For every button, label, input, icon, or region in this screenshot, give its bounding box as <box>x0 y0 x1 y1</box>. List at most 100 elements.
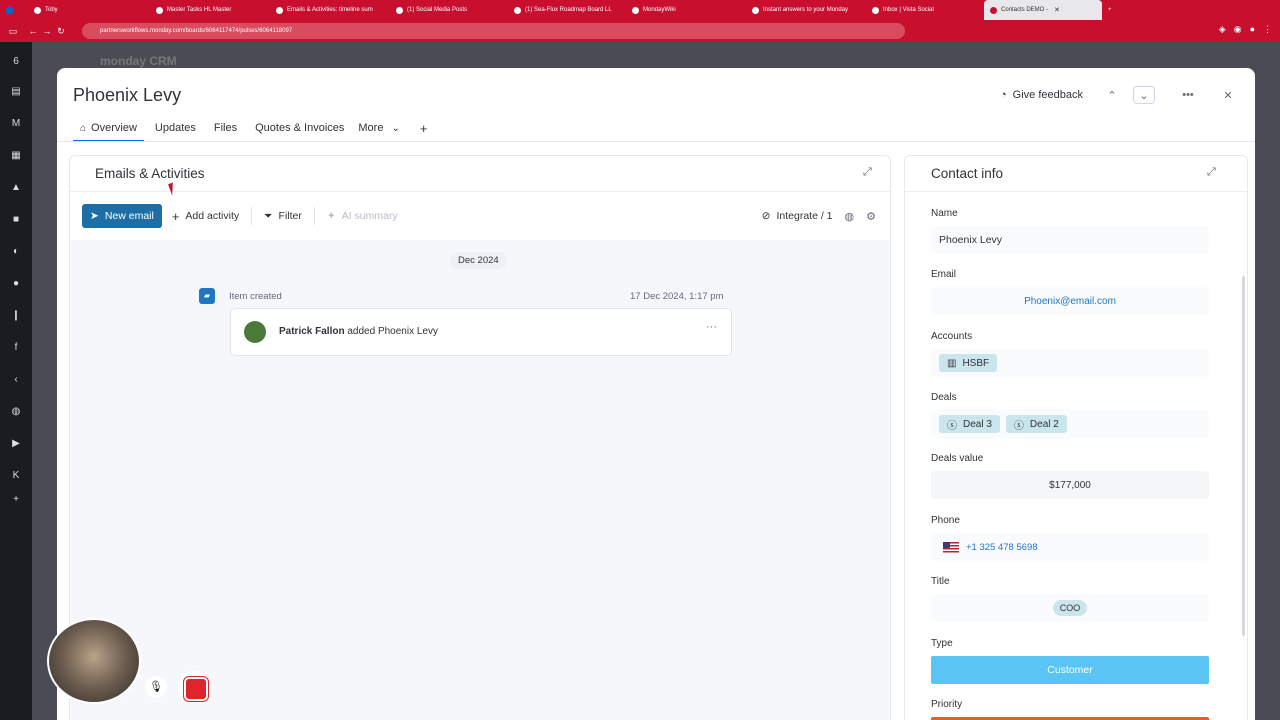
dock-app-icon[interactable]: 6 <box>8 54 24 70</box>
email-field[interactable]: Phoenix@email.com <box>931 287 1209 315</box>
deals-field[interactable]: ⓢ Deal 3 ⓢ Deal 2 <box>931 410 1209 438</box>
close-tab-icon[interactable]: ✕ <box>1054 6 1060 14</box>
filter-button[interactable]: ⏷ Filter <box>254 210 312 223</box>
dock-app-icon[interactable]: f <box>8 340 24 356</box>
panel-header: Contact info ⤢ <box>905 156 1247 192</box>
toolbar-divider <box>251 207 253 225</box>
dock-app-icon[interactable]: ▤ <box>8 84 24 100</box>
give-feedback-button[interactable]: ◔ Give feedback <box>992 89 1091 101</box>
browser-tab[interactable]: (1) Social Media Posts <box>390 0 508 20</box>
accounts-field[interactable]: ▥ HSBF <box>931 349 1209 377</box>
tab-favicon-icon <box>156 6 163 14</box>
ai-summary-button[interactable]: ✦ AI summary <box>317 210 408 222</box>
email-link[interactable]: Phoenix@email.com <box>1024 296 1116 307</box>
title-field[interactable]: COO <box>931 594 1209 622</box>
browser-tab[interactable]: Toby <box>28 0 150 20</box>
dock-app-icon[interactable]: ◐ <box>8 244 24 260</box>
expand-icon[interactable]: ⤢ <box>863 166 872 179</box>
dock-app-icon[interactable]: ◍ <box>8 404 24 420</box>
dock-app-icon[interactable]: ▲ <box>8 180 24 196</box>
scrollbar[interactable] <box>1242 276 1245 636</box>
panel-title: Emails & Activities <box>95 166 205 181</box>
add-activity-button[interactable]: + Add activity <box>162 209 249 224</box>
activity-label: Item created <box>229 291 282 302</box>
new-tab-button[interactable]: + <box>1102 0 1118 20</box>
tab-files[interactable]: Files <box>207 114 244 142</box>
contact-info-panel: Contact info ⤢ Name Phoenix Levy Email P… <box>904 155 1248 720</box>
title-chip: COO <box>1052 600 1088 616</box>
browser-tab[interactable]: Instant answers to your Monday <box>746 0 866 20</box>
sidebar-toggle-icon[interactable]: ▭ <box>6 26 20 37</box>
activity-card[interactable]: Patrick Fallon added Phoenix Levy ··· <box>230 308 732 356</box>
browser-tab[interactable]: Master Tasks HL Master <box>150 0 270 20</box>
chat-icon[interactable]: ◍ <box>845 210 855 223</box>
browser-tab[interactable]: MondayWiki <box>626 0 746 20</box>
more-options-button[interactable]: ••• <box>1177 86 1199 104</box>
expand-icon[interactable]: ⤢ <box>1207 166 1216 179</box>
field-label: Email <box>931 269 957 280</box>
activities-toolbar: ➤ New email + Add activity ⏷ Filter ✦ AI… <box>82 204 880 228</box>
field-label: Phone <box>931 515 960 526</box>
app-dock: 6 ▤ M ▦ ▲ ■ ◐ ● ❙ f ‹ ◍ ▶ K + <box>0 42 32 720</box>
tab-updates[interactable]: Updates <box>148 114 203 142</box>
forward-icon[interactable]: → <box>40 26 54 36</box>
browser-tab[interactable] <box>0 0 28 20</box>
field-title: Title COO <box>931 576 1209 622</box>
browser-tab[interactable]: Inbox | Vista Social <box>866 0 984 20</box>
dock-app-icon[interactable]: ❙ <box>8 308 24 324</box>
integrate-button[interactable]: ⊘ Integrate / 1 <box>762 210 833 222</box>
tab-overview[interactable]: ⌂ Overview <box>73 114 144 142</box>
type-status[interactable]: Customer <box>931 656 1209 684</box>
card-more-icon[interactable]: ··· <box>706 321 717 333</box>
home-icon: ⌂ <box>80 122 87 134</box>
browser-tab-active[interactable]: Contacts DEMO - ✕ <box>984 0 1102 20</box>
stop-recording-button[interactable] <box>178 671 210 703</box>
tab-more[interactable]: More ⌄ <box>351 114 406 142</box>
dock-app-icon[interactable]: ▦ <box>8 148 24 164</box>
dock-app-icon[interactable]: ‹ <box>8 372 24 388</box>
shield-icon[interactable]: ◈ <box>1219 24 1226 35</box>
us-flag-icon <box>943 541 959 553</box>
deal-chip[interactable]: ⓢ Deal 3 <box>939 415 1000 433</box>
settings-icon[interactable]: ⚙ <box>866 210 876 223</box>
phone-link[interactable]: +1 325 478 5698 <box>966 542 1038 553</box>
dollar-icon: ⓢ <box>947 420 957 432</box>
dock-app-icon[interactable]: K <box>8 468 24 484</box>
reload-icon[interactable]: ↻ <box>54 26 68 37</box>
monday-logo: monday CRM <box>100 54 177 68</box>
dollar-icon: ⓢ <box>1013 420 1024 432</box>
url-field[interactable]: partnersworkflows.monday.com/boards/6064… <box>82 23 905 39</box>
microphone-icon[interactable]: 🎙 <box>145 676 167 698</box>
browser-tab[interactable]: (1) Sea-Flux Roadmap Board LL <box>508 0 626 20</box>
item-title[interactable]: Phoenix Levy <box>73 85 181 106</box>
phone-field[interactable]: +1 325 478 5698 <box>931 533 1209 561</box>
dock-add-icon[interactable]: + <box>8 492 24 508</box>
activity-timestamp: 17 Dec 2024, 1:17 pm <box>630 291 724 302</box>
item-created-icon: ▰ <box>199 288 215 304</box>
sparkle-icon: ✦ <box>326 210 336 222</box>
new-email-button[interactable]: ➤ New email <box>82 204 162 228</box>
dock-app-icon[interactable]: M <box>8 116 24 132</box>
dock-app-icon[interactable]: ■ <box>8 212 24 228</box>
profile-icon[interactable]: ● <box>1250 24 1255 35</box>
back-icon[interactable]: ← <box>26 26 40 36</box>
feedback-icon: ◔ <box>1000 89 1007 101</box>
add-tab-button[interactable]: + <box>413 114 435 142</box>
dock-app-icon[interactable]: ● <box>8 276 24 292</box>
tab-quotes-invoices[interactable]: Quotes & Invoices <box>248 114 351 142</box>
account-chip[interactable]: ▥ HSBF <box>939 354 998 372</box>
menu-icon[interactable]: ⋮ <box>1263 24 1272 35</box>
tabs-divider <box>57 141 1255 142</box>
next-item-button[interactable]: ⌄ <box>1133 86 1155 104</box>
activity-author: Patrick Fallon <box>279 326 345 337</box>
panel-title: Contact info <box>931 166 1004 181</box>
previous-item-button[interactable]: ⌃ <box>1101 86 1123 104</box>
extensions-icon[interactable]: ◉ <box>1234 24 1242 35</box>
browser-actions: ◈ ◉ ● ⋮ <box>1219 24 1272 35</box>
deal-chip[interactable]: ⓢ Deal 2 <box>1005 415 1067 433</box>
browser-tab[interactable]: Emails & Activities: timeline sum <box>270 0 390 20</box>
name-field[interactable]: Phoenix Levy <box>931 226 1209 254</box>
webcam-overlay[interactable] <box>47 618 141 704</box>
close-modal-button[interactable]: ✕ <box>1217 86 1239 104</box>
dock-app-icon[interactable]: ▶ <box>8 436 24 452</box>
